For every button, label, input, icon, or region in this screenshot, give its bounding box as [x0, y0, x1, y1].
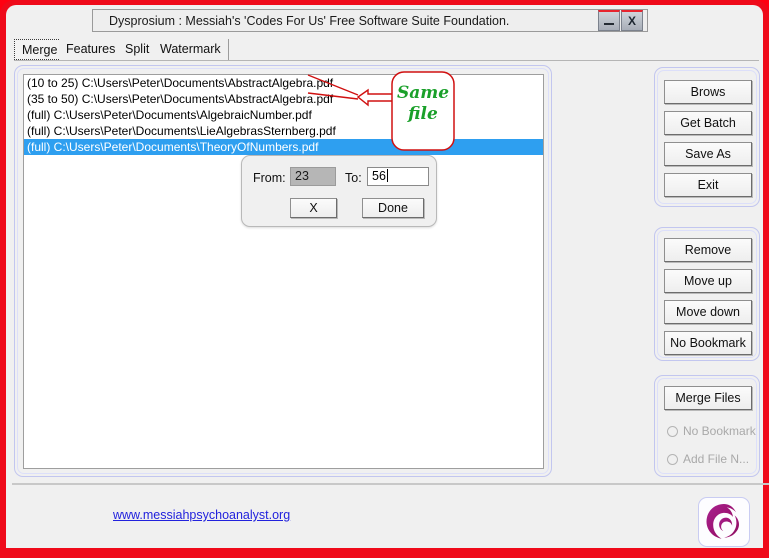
radio-no-bookmark-label: No Bookmark — [683, 424, 756, 438]
phoenix-logo — [698, 497, 750, 547]
remove-button[interactable]: Remove — [664, 238, 752, 262]
no-bookmark-button[interactable]: No Bookmark — [664, 331, 752, 355]
tab-merge[interactable]: Merge — [14, 39, 66, 60]
move-down-button[interactable]: Move down — [664, 300, 752, 324]
list-item-selected[interactable]: (full) C:\Users\Peter\Documents\TheoryOf… — [24, 139, 543, 155]
close-button[interactable]: X — [621, 10, 643, 31]
from-label: From: — [253, 171, 286, 185]
to-input-value: 56 — [372, 169, 386, 183]
title-bar: Dysprosium : Messiah's 'Codes For Us' Fr… — [92, 9, 648, 32]
radio-icon — [667, 425, 678, 437]
radio-add-file-name-label: Add File N... — [683, 452, 750, 466]
list-edit-group: Remove Move up Move down No Bookmark — [654, 227, 760, 361]
file-list-group: (10 to 25) C:\Users\Peter\Documents\Abst… — [14, 65, 552, 477]
exit-button[interactable]: Exit — [664, 173, 752, 197]
tab-strip: Merge Features Split Watermark — [14, 39, 759, 61]
save-as-button[interactable]: Save As — [664, 142, 752, 166]
application-window: Dysprosium : Messiah's 'Codes For Us' Fr… — [0, 0, 769, 558]
website-link[interactable]: www.messiahpsychoanalyst.org — [113, 508, 290, 522]
list-item[interactable]: (full) C:\Users\Peter\Documents\Algebrai… — [24, 107, 543, 123]
radio-icon — [667, 453, 678, 465]
radio-no-bookmark[interactable]: No Bookmark — [667, 424, 756, 438]
list-item[interactable]: (full) C:\Users\Peter\Documents\LieAlgeb… — [24, 123, 543, 139]
footer-divider — [12, 483, 769, 485]
from-input[interactable]: 23 — [290, 167, 336, 186]
phoenix-logo-icon — [706, 504, 740, 539]
window-surface: Dysprosium : Messiah's 'Codes For Us' Fr… — [6, 5, 769, 548]
radio-add-file-name[interactable]: Add File N... — [667, 452, 749, 466]
to-input[interactable]: 56 — [367, 167, 429, 186]
move-up-button[interactable]: Move up — [664, 269, 752, 293]
window-title: Dysprosium : Messiah's 'Codes For Us' Fr… — [109, 13, 510, 28]
minimize-button[interactable] — [598, 10, 620, 31]
get-batch-button[interactable]: Get Batch — [664, 111, 752, 135]
done-range-button[interactable]: Done — [362, 198, 424, 218]
cancel-range-button[interactable]: X — [290, 198, 337, 218]
file-list[interactable]: (10 to 25) C:\Users\Peter\Documents\Abst… — [23, 74, 544, 469]
to-label: To: — [345, 171, 362, 185]
merge-group: Merge Files No Bookmark Add File N... — [654, 375, 760, 477]
browse-button[interactable]: Brows — [664, 80, 752, 104]
list-item[interactable]: (10 to 25) C:\Users\Peter\Documents\Abst… — [24, 75, 543, 91]
file-actions-group: Brows Get Batch Save As Exit — [654, 67, 760, 207]
tab-watermark[interactable]: Watermark — [153, 39, 229, 60]
tab-features[interactable]: Features — [59, 39, 124, 60]
text-caret — [386, 169, 388, 182]
list-item[interactable]: (35 to 50) C:\Users\Peter\Documents\Abst… — [24, 91, 543, 107]
page-range-dialog: From: 23 To: 56 X Done — [241, 155, 437, 227]
merge-files-button[interactable]: Merge Files — [664, 386, 752, 410]
tab-split[interactable]: Split — [118, 39, 158, 60]
